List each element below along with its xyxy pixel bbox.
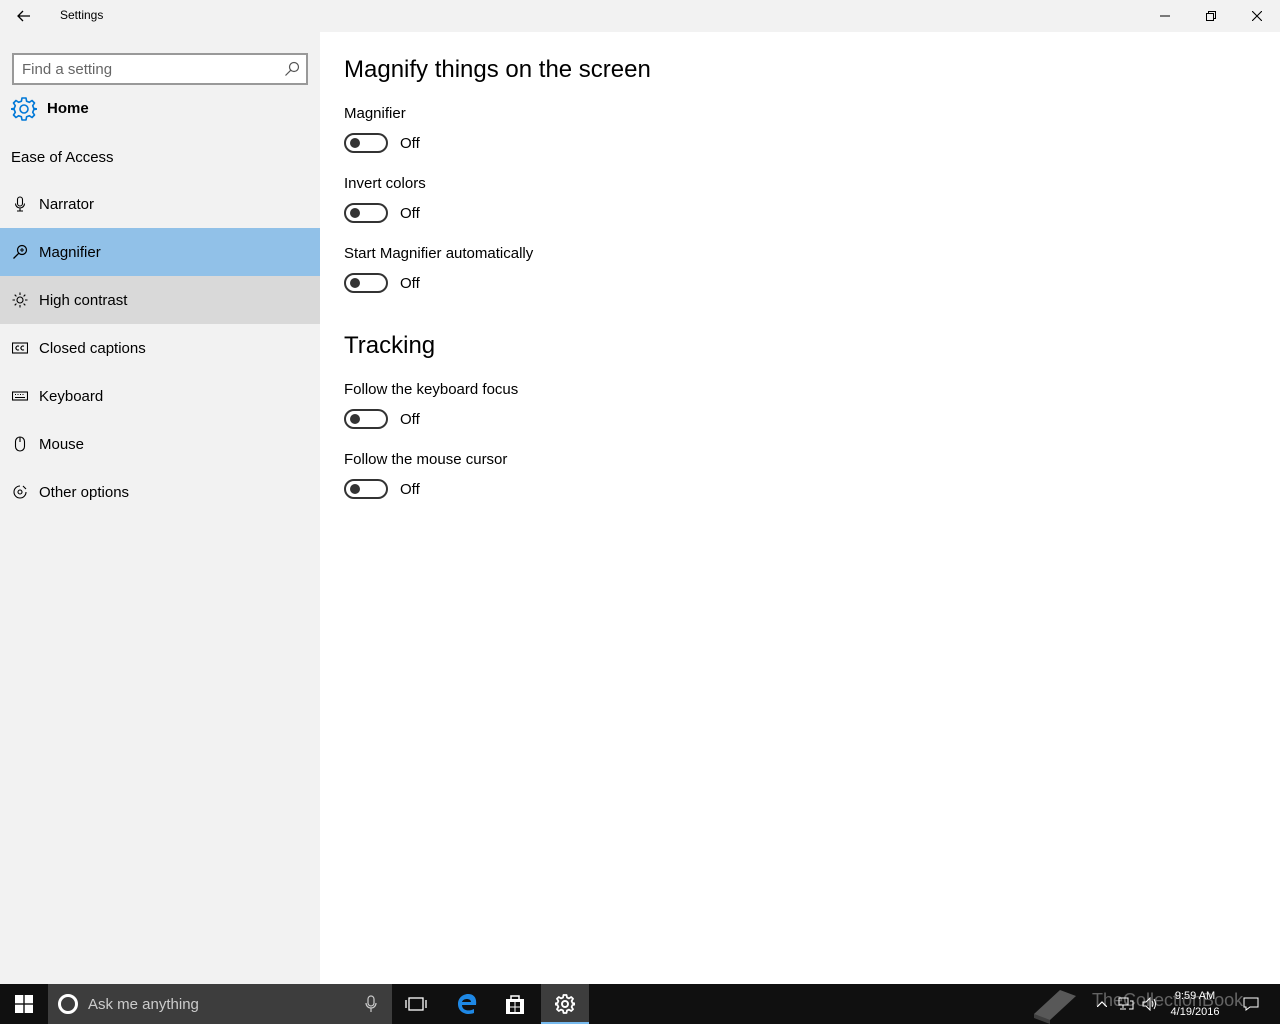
cortana-icon [58,994,78,1014]
edge-icon [458,994,477,1014]
keyboard-focus-label: Follow the keyboard focus [344,381,519,398]
gear-icon [11,97,37,121]
microphone-icon[interactable] [364,995,378,1013]
task-view-icon [405,997,427,1011]
toggle-knob [350,278,360,288]
content-pane: Magnify things on the screen Magnifier O… [320,32,1280,984]
magnifier-label: Magnifier [344,105,406,122]
store-button[interactable] [491,984,539,1024]
keyboard-icon [12,391,28,401]
start-magnifier-state: Off [400,275,420,292]
keyboard-focus-toggle[interactable] [344,409,388,429]
mouse-cursor-state: Off [400,481,420,498]
sidebar-item-other-options[interactable]: Other options [0,468,320,516]
sidebar-item-label: Narrator [39,196,95,213]
start-magnifier-toggle[interactable] [344,273,388,293]
volume-button[interactable] [1140,984,1160,1024]
sidebar-item-label: Keyboard [39,388,104,405]
toggle-knob [350,484,360,494]
other-options-icon [13,485,27,499]
invert-colors-label: Invert colors [344,175,426,192]
sidebar-item-mouse[interactable]: Mouse [0,420,320,468]
sidebar-item-high-contrast[interactable]: High contrast [0,276,320,324]
chevron-up-icon [1097,1001,1107,1007]
nav-list: Narrator Magnifier High contrast Closed … [0,180,320,516]
restore-button[interactable] [1188,0,1234,32]
task-view-button[interactable] [392,984,440,1024]
notification-icon [1243,997,1259,1011]
toggle-knob [350,138,360,148]
clock-date: 4/19/2016 [1170,1006,1220,1018]
search-input[interactable] [22,59,282,79]
find-setting-search[interactable] [12,53,308,85]
show-hidden-icons-button[interactable] [1092,984,1112,1024]
cortana-placeholder: Ask me anything [88,996,199,1013]
home-link[interactable]: Home [0,88,320,128]
sidebar-item-label: Mouse [39,436,85,453]
magnifier-icon [13,244,28,259]
minimize-icon [1160,15,1170,17]
sidebar-item-magnifier[interactable]: Magnifier [0,228,320,276]
back-arrow-icon [17,10,30,22]
restore-icon [1206,11,1216,21]
title-bar: Settings [0,0,1280,32]
sidebar-item-keyboard[interactable]: Keyboard [0,372,320,420]
windows-logo-icon [15,995,33,1013]
mouse-cursor-label: Follow the mouse cursor [344,451,508,468]
store-icon [506,995,524,1014]
mouse-cursor-toggle[interactable] [344,479,388,499]
speaker-icon [1142,997,1156,1011]
close-icon [1252,11,1262,21]
edge-button[interactable] [443,984,491,1024]
magnifier-state: Off [400,135,420,152]
toggle-knob [350,414,360,424]
system-clock[interactable]: 9:59 AM 4/19/2016 [1160,988,1230,1020]
clock-time: 9:59 AM [1174,990,1216,1002]
invert-colors-toggle[interactable] [344,203,388,223]
sidebar: Home Ease of Access Narrator Magnifier H… [0,32,320,984]
sidebar-item-label: Magnifier [39,244,101,261]
toggle-knob [350,208,360,218]
minimize-button[interactable] [1142,0,1188,32]
back-button[interactable] [0,0,48,32]
microphone-icon [14,196,26,212]
sidebar-item-closed-captions[interactable]: Closed captions [0,324,320,372]
window-title: Settings [60,8,104,22]
tracking-heading: Tracking [344,332,436,359]
network-icon [1118,997,1134,1010]
keyboard-focus-state: Off [400,411,420,428]
invert-colors-state: Off [400,205,420,222]
sidebar-item-label: Closed captions [39,340,146,357]
section-title: Ease of Access [11,149,114,166]
close-button[interactable] [1234,0,1280,32]
start-magnifier-label: Start Magnifier automatically [344,245,534,262]
mouse-icon [14,436,26,452]
settings-taskbar-button[interactable] [541,984,589,1024]
search-icon[interactable] [284,61,300,77]
action-center-button[interactable] [1238,984,1264,1024]
cc-icon [12,342,28,354]
taskbar: Ask me anything TheCollectionBook 9:59 A… [0,984,1280,1024]
home-label: Home [47,100,89,117]
page-title: Magnify things on the screen [344,56,651,83]
sidebar-item-narrator[interactable]: Narrator [0,180,320,228]
sun-icon [12,292,28,308]
start-button[interactable] [0,984,48,1024]
network-button[interactable] [1116,984,1136,1024]
cortana-search-box[interactable]: Ask me anything [48,984,392,1024]
magnifier-toggle[interactable] [344,133,388,153]
book-watermark-icon [1034,990,1076,1024]
sidebar-item-label: Other options [39,484,130,501]
gear-icon [555,994,575,1014]
sidebar-item-label: High contrast [39,292,128,309]
